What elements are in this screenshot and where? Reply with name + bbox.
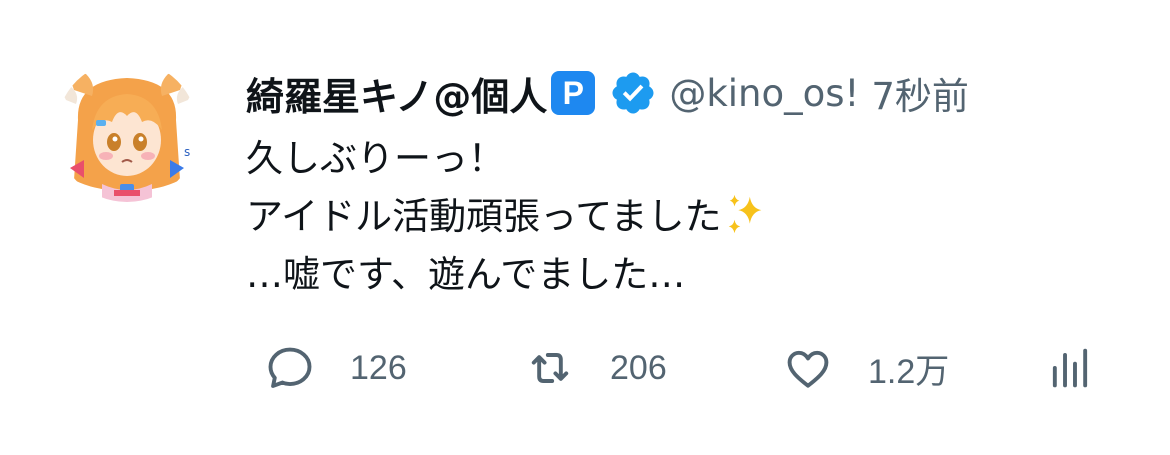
tweet-text: 久しぶりーっ！ アイドル活動頑張ってました …嘘です、遊んでました… <box>246 130 769 304</box>
like-button[interactable]: 1.2万 <box>782 340 949 396</box>
display-name[interactable]: 綺羅星キノ@個人 <box>246 66 547 121</box>
heart-icon <box>787 350 829 388</box>
tweet-line-2-text: アイドル活動頑張ってました <box>246 195 722 238</box>
views-button[interactable] <box>1044 340 1096 396</box>
timestamp[interactable]: 7秒前 <box>871 66 969 120</box>
like-count: 1.2万 <box>868 352 950 391</box>
bar-chart-icon <box>1052 348 1088 388</box>
avatar-image: s <box>56 60 198 202</box>
reply-icon <box>268 347 312 388</box>
p-badge-icon: P <box>551 71 596 115</box>
sparkles-icon <box>729 194 762 234</box>
verified-badge-icon <box>612 72 654 114</box>
tweet-line-2: アイドル活動頑張ってました <box>246 188 769 246</box>
reply-count: 126 <box>350 348 407 387</box>
retweet-count: 206 <box>610 348 667 387</box>
retweet-button[interactable]: 206 <box>524 340 667 396</box>
action-bar: 126 206 1.2万 <box>246 340 1106 396</box>
tweet-header: 綺羅星キノ@個人 P @kino_os! 7秒前 <box>246 62 969 124</box>
tweet-line-1: 久しぶりーっ！ <box>246 137 505 180</box>
tweet-line-3: …嘘です、遊んでました… <box>246 253 686 296</box>
reply-button[interactable]: 126 <box>264 340 407 396</box>
user-handle[interactable]: @kino_os! <box>669 72 859 115</box>
avatar[interactable]: s <box>56 60 198 202</box>
retweet-icon <box>531 353 569 383</box>
svg-text:s: s <box>184 145 190 159</box>
